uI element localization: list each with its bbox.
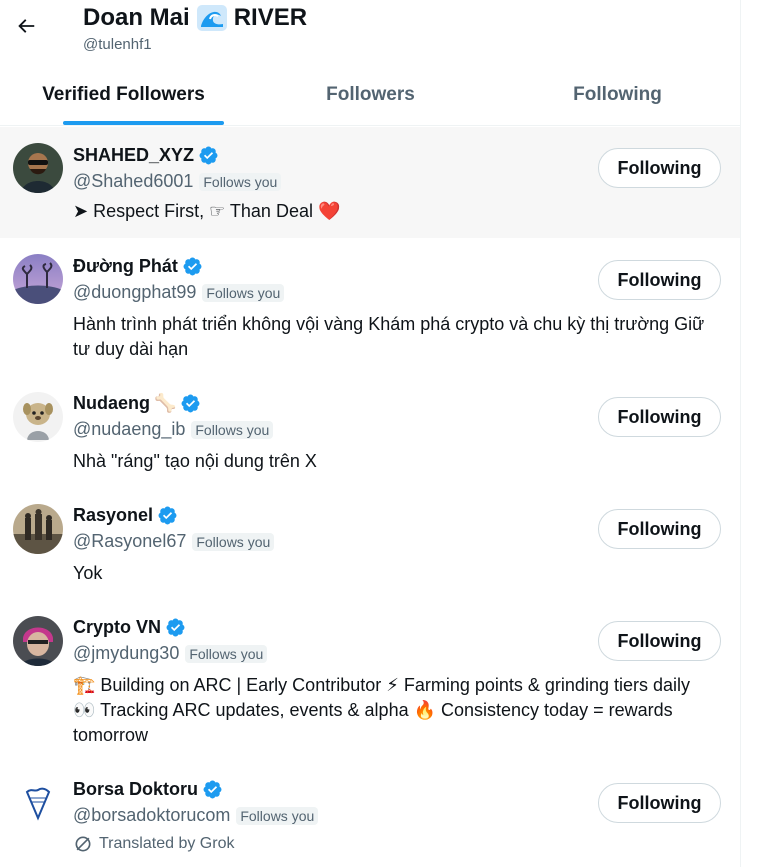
user-row[interactable]: Borsa Doktoru @borsadoktorucom Follows y… bbox=[0, 761, 740, 867]
user-row[interactable]: Crypto VN @jmydung30 Follows you 🏗️ Buil… bbox=[0, 599, 740, 761]
avatar[interactable] bbox=[13, 778, 63, 828]
user-handle[interactable]: @nudaeng_ib bbox=[73, 419, 185, 440]
translated-label: Translated by Grok bbox=[99, 835, 235, 852]
translated-by-grok[interactable]: Translated by Grok bbox=[73, 834, 234, 854]
followers-column: Doan Mai RIVER @tulenhf1 Verified Follow… bbox=[0, 0, 741, 867]
user-handle-line: @nudaeng_ib Follows you bbox=[73, 419, 274, 440]
follows-you-badge: Follows you bbox=[202, 283, 285, 302]
user-name[interactable]: Nudaeng 🦴 bbox=[73, 393, 201, 414]
avatar[interactable] bbox=[13, 254, 63, 304]
verified-badge-icon bbox=[203, 780, 222, 799]
follows-you-badge: Follows you bbox=[199, 172, 282, 191]
following-button[interactable]: Following bbox=[598, 397, 721, 437]
profile-name-suffix: RIVER bbox=[233, 4, 308, 31]
user-name-text: Nudaeng bbox=[73, 393, 151, 413]
user-handle[interactable]: @Rasyonel67 bbox=[73, 531, 186, 552]
following-button[interactable]: Following bbox=[598, 260, 721, 300]
user-name[interactable]: Đường Phát bbox=[73, 256, 203, 277]
user-bio: Yok bbox=[73, 563, 103, 583]
user-bio: Hành trình phát triển không vội vàng Khá… bbox=[73, 314, 705, 359]
follows-you-badge: Follows you bbox=[236, 806, 319, 825]
following-button[interactable]: Following bbox=[598, 783, 721, 823]
user-handle-line: @Rasyonel67 Follows you bbox=[73, 531, 275, 552]
avatar[interactable] bbox=[13, 392, 63, 442]
tab-verified-followers-label: Verified Followers bbox=[42, 83, 205, 105]
tab-followers-label: Followers bbox=[326, 83, 415, 105]
tab-verified-followers[interactable]: Verified Followers bbox=[0, 64, 247, 125]
follows-you-badge: Follows you bbox=[192, 532, 275, 551]
active-tab-indicator bbox=[63, 121, 224, 125]
profile-name-text: Doan Mai bbox=[83, 4, 190, 31]
user-handle-line: @Shahed6001 Follows you bbox=[73, 171, 282, 192]
following-button[interactable]: Following bbox=[598, 621, 721, 661]
user-bio: Nhà "ráng" tạo nội dung trên X bbox=[73, 451, 317, 471]
user-row[interactable]: SHAHED_XYZ @Shahed6001 Follows you ➤ Res… bbox=[0, 127, 740, 238]
follows-you-badge: Follows you bbox=[185, 644, 268, 663]
follows-you-badge: Follows you bbox=[191, 420, 274, 439]
user-name[interactable]: Borsa Doktoru bbox=[73, 779, 223, 800]
user-name[interactable]: Crypto VN bbox=[73, 617, 186, 638]
user-row[interactable]: Đường Phát @duongphat99 Follows you Hành… bbox=[0, 238, 740, 372]
profile-handle: @tulenhf1 bbox=[83, 36, 152, 53]
user-bio: 🏗️ Building on ARC | Early Contributor ⚡… bbox=[73, 675, 690, 745]
user-handle-line: @duongphat99 Follows you bbox=[73, 282, 285, 303]
tab-following-label: Following bbox=[573, 83, 662, 105]
tab-bar: Verified Followers Followers Following bbox=[0, 64, 740, 126]
verified-badge-icon bbox=[183, 257, 202, 276]
verified-badge-icon bbox=[158, 506, 177, 525]
tab-following[interactable]: Following bbox=[494, 64, 740, 125]
avatar[interactable] bbox=[13, 616, 63, 666]
avatar[interactable] bbox=[13, 143, 63, 193]
user-name[interactable]: SHAHED_XYZ bbox=[73, 145, 219, 166]
wave-icon bbox=[196, 4, 228, 32]
user-handle[interactable]: @borsadoktorucom bbox=[73, 805, 230, 826]
user-handle[interactable]: @jmydung30 bbox=[73, 643, 179, 664]
user-name-text: Borsa Doktoru bbox=[73, 779, 199, 799]
grok-icon bbox=[75, 836, 91, 852]
avatar[interactable] bbox=[13, 504, 63, 554]
verified-badge-icon bbox=[199, 146, 218, 165]
profile-name: Doan Mai RIVER bbox=[83, 4, 307, 32]
user-name-text: Crypto VN bbox=[73, 617, 162, 637]
user-handle[interactable]: @Shahed6001 bbox=[73, 171, 193, 192]
verified-badge-icon bbox=[181, 394, 200, 413]
verified-badge-icon bbox=[166, 618, 185, 637]
bone-emoji: 🦴 bbox=[154, 393, 177, 413]
user-handle-line: @borsadoktorucom Follows you bbox=[73, 805, 319, 826]
user-row[interactable]: Nudaeng 🦴 @nudaeng_ib Follows you Nhà "r… bbox=[0, 375, 740, 487]
user-name-text: Rasyonel bbox=[73, 505, 154, 525]
user-bio: ➤ Respect First, ☞ Than Deal ❤️ bbox=[73, 201, 341, 221]
tab-followers[interactable]: Followers bbox=[247, 64, 494, 125]
user-name-text: SHAHED_XYZ bbox=[73, 145, 195, 165]
profile-header: Doan Mai RIVER @tulenhf1 Verified Follow… bbox=[0, 0, 740, 126]
user-handle[interactable]: @duongphat99 bbox=[73, 282, 196, 303]
user-name-text: Đường Phát bbox=[73, 256, 178, 276]
user-name[interactable]: Rasyonel bbox=[73, 505, 178, 526]
following-button[interactable]: Following bbox=[598, 509, 721, 549]
following-button[interactable]: Following bbox=[598, 148, 721, 188]
arrow-left-icon bbox=[18, 19, 35, 33]
user-row[interactable]: Rasyonel @Rasyonel67 Follows you Yok Fol… bbox=[0, 487, 740, 599]
back-button[interactable] bbox=[12, 12, 40, 40]
user-handle-line: @jmydung30 Follows you bbox=[73, 643, 268, 664]
